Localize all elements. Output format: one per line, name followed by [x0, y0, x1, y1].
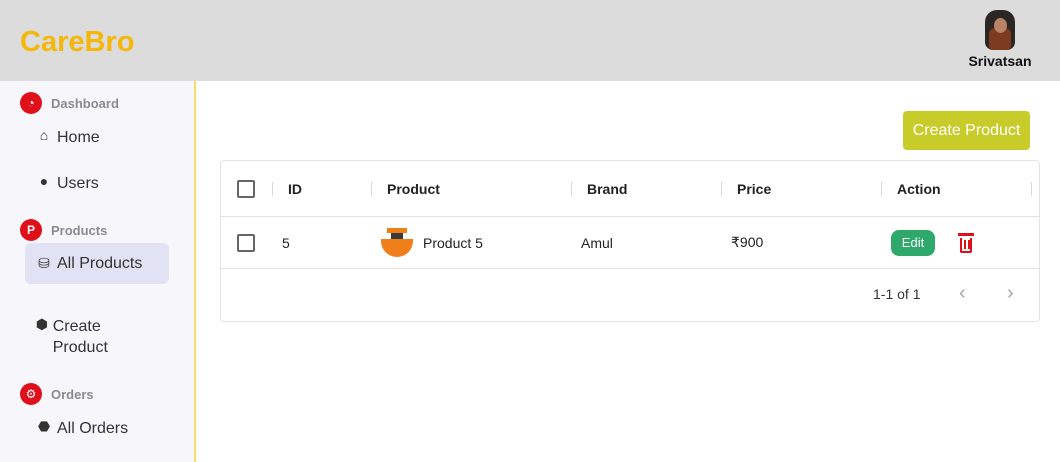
section-label: Orders — [51, 386, 94, 402]
cubes-icon: ⛁ — [38, 255, 50, 271]
chevron-left-icon[interactable]: ‹ — [959, 282, 966, 305]
sidebar-item-all-products[interactable]: ⛁ All Products — [25, 243, 169, 284]
user-icon: ● — [39, 173, 49, 189]
section-orders: ⚙ Orders — [20, 383, 94, 405]
hexagon-icon: ⬣ — [37, 418, 51, 434]
column-header-price[interactable]: Price — [737, 161, 771, 216]
section-label: Dashboard — [51, 95, 119, 111]
product-thumbnail — [381, 227, 413, 259]
brand-logo[interactable]: CareBro — [20, 26, 134, 59]
orders-icon: ⚙ — [20, 383, 42, 405]
row-checkbox[interactable] — [237, 233, 255, 252]
chevron-right-icon[interactable]: › — [1007, 282, 1014, 305]
sidebar-item-home[interactable]: ⌂ Home — [25, 127, 169, 148]
column-header-product[interactable]: Product — [387, 161, 440, 216]
section-dashboard: ◔ Dashboard — [20, 92, 119, 114]
p-circle-icon: P — [20, 219, 42, 241]
sidebar-item-users[interactable]: ● Users — [25, 173, 169, 194]
sidebar: ◔ Dashboard ⌂ Home ● Users P Products ⛁ … — [0, 81, 196, 462]
table-header: ID Product Brand Price Action — [221, 161, 1039, 217]
edit-button[interactable]: Edit — [891, 229, 935, 256]
top-bar: CareBro Srivatsan — [0, 0, 1060, 81]
cell-id: 5 — [282, 234, 290, 251]
cell-product: Product 5 — [381, 217, 483, 268]
user-name: Srivatsan — [968, 53, 1032, 69]
sidebar-item-label: Users — [57, 175, 99, 192]
section-products: P Products — [20, 219, 107, 241]
column-header-brand[interactable]: Brand — [587, 161, 627, 216]
trash-icon[interactable] — [957, 232, 975, 254]
sidebar-item-label: Home — [57, 129, 100, 146]
section-label: Products — [51, 222, 108, 238]
sidebar-item-create-product[interactable]: ⬢ Create Product — [25, 316, 135, 358]
user-menu[interactable]: Srivatsan — [962, 10, 1038, 69]
home-icon: ⌂ — [39, 127, 49, 143]
sidebar-item-all-orders[interactable]: ⬣ All Orders — [25, 418, 169, 439]
pagination-label: 1-1 of 1 — [873, 286, 921, 302]
select-all-checkbox-cell — [237, 161, 255, 216]
column-header-action[interactable]: Action — [897, 161, 941, 216]
create-product-button[interactable]: Create Product — [903, 111, 1030, 150]
column-header-id[interactable]: ID — [288, 161, 302, 216]
cell-price: ₹900 — [731, 234, 764, 250]
sidebar-item-label: Create Product — [52, 318, 108, 356]
speedometer-icon: ◔ — [20, 92, 42, 114]
sidebar-item-label: All Products — [57, 255, 143, 272]
products-table: ID Product Brand Price Action 5 Product … — [220, 160, 1040, 322]
cell-brand: Amul — [581, 234, 613, 251]
table-row[interactable]: 5 Product 5 Amul ₹900 Edit — [221, 217, 1039, 269]
row-checkbox-cell — [237, 217, 255, 268]
cell-action: Edit — [891, 217, 975, 268]
sidebar-item-label: All Orders — [57, 420, 129, 437]
avatar[interactable] — [985, 10, 1015, 50]
product-name: Product 5 — [423, 234, 483, 251]
select-all-checkbox[interactable] — [237, 179, 255, 198]
